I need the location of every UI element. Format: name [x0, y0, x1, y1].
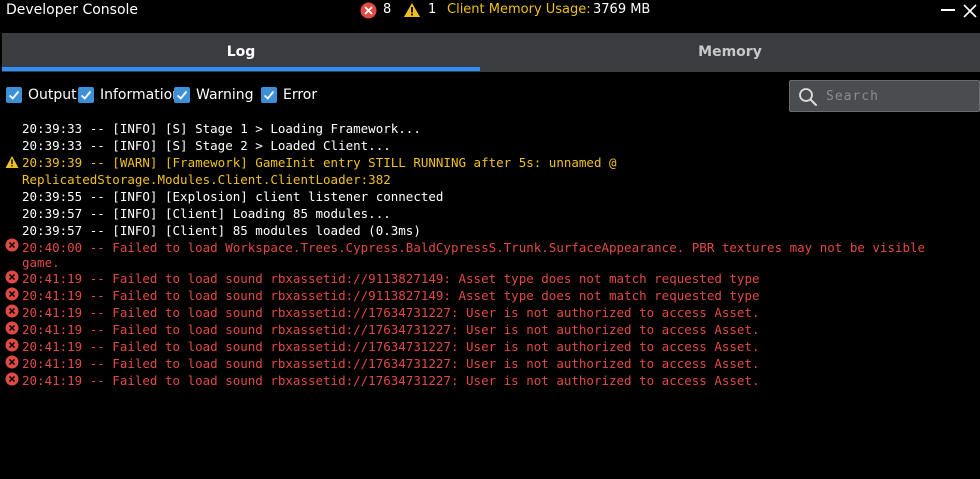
- filter-label-error: Error: [283, 87, 318, 103]
- log-line: 20:41:19 -- Failed to load sound rbxasse…: [22, 373, 760, 388]
- search-input[interactable]: [826, 87, 976, 105]
- filter-label-warning: Warning: [196, 87, 254, 103]
- error-circle-icon: [5, 355, 19, 369]
- log-line: 20:41:19 -- Failed to load sound rbxasse…: [22, 305, 760, 320]
- tab-bar: Log Memory: [2, 33, 980, 72]
- filter-label-output: Output: [28, 87, 77, 103]
- close-icon[interactable]: [960, 1, 980, 21]
- search-icon: [799, 88, 817, 106]
- log-line: 20:41:19 -- Failed to load sound rbxasse…: [22, 322, 760, 337]
- minimize-icon[interactable]: [941, 9, 955, 11]
- error-circle-icon: [5, 338, 19, 352]
- window-title: Developer Console: [6, 2, 139, 18]
- log-output[interactable]: 20:39:33 -- [INFO] [S] Stage 1 > Loading…: [0, 120, 980, 479]
- log-line-continuation: ReplicatedStorage.Modules.Client.ClientL…: [22, 172, 391, 187]
- log-line: 20:41:19 -- Failed to load sound rbxasse…: [22, 288, 760, 303]
- checkbox-information[interactable]: [78, 87, 94, 103]
- warning-count: 1: [428, 2, 437, 17]
- checkbox-error[interactable]: [261, 87, 277, 103]
- error-circle-icon: [5, 372, 19, 386]
- log-line: 20:39:39 -- [WARN] [Framework] GameInit …: [22, 155, 617, 170]
- search-box[interactable]: [789, 80, 980, 112]
- error-circle-icon: [5, 270, 19, 284]
- log-line: 20:39:57 -- [INFO] [Client] 85 modules l…: [22, 223, 421, 238]
- checkbox-warning[interactable]: [174, 87, 190, 103]
- log-line: 20:41:19 -- Failed to load sound rbxasse…: [22, 339, 760, 354]
- error-circle-icon: [5, 321, 19, 335]
- error-circle-icon: [360, 2, 377, 19]
- error-circle-icon: [5, 238, 19, 252]
- filter-label-information: Information: [100, 87, 182, 103]
- log-line: 20:41:19 -- Failed to load sound rbxasse…: [22, 356, 760, 371]
- error-count: 8: [383, 2, 392, 17]
- error-circle-icon: [5, 287, 19, 301]
- log-line: 20:39:33 -- [INFO] [S] Stage 2 > Loaded …: [22, 138, 391, 153]
- log-line: 20:41:19 -- Failed to load sound rbxasse…: [22, 271, 760, 286]
- error-circle-icon: [5, 304, 19, 318]
- memory-usage-value: 3769 MB: [593, 2, 651, 17]
- checkmark-icon: [80, 90, 92, 100]
- memory-usage-label: Client Memory Usage:: [447, 2, 591, 17]
- checkmark-icon: [8, 90, 20, 100]
- log-line: 20:39:33 -- [INFO] [S] Stage 1 > Loading…: [22, 121, 421, 136]
- log-line: 20:40:00 -- Failed to load Workspace.Tre…: [22, 240, 926, 255]
- warning-triangle-icon: [5, 156, 19, 168]
- tab-memory[interactable]: Memory: [480, 33, 980, 72]
- active-tab-indicator: [2, 67, 480, 71]
- log-line-continuation: game.: [22, 255, 60, 270]
- checkmark-icon: [263, 90, 275, 100]
- warning-triangle-icon: [404, 3, 420, 17]
- log-line: 20:39:57 -- [INFO] [Client] Loading 85 m…: [22, 206, 391, 221]
- log-line: 20:39:55 -- [INFO] [Explosion] client li…: [22, 189, 444, 204]
- title-bar: Developer Console 8 1 Client Memory Usag…: [0, 0, 980, 22]
- checkbox-output[interactable]: [6, 87, 22, 103]
- checkmark-icon: [176, 90, 188, 100]
